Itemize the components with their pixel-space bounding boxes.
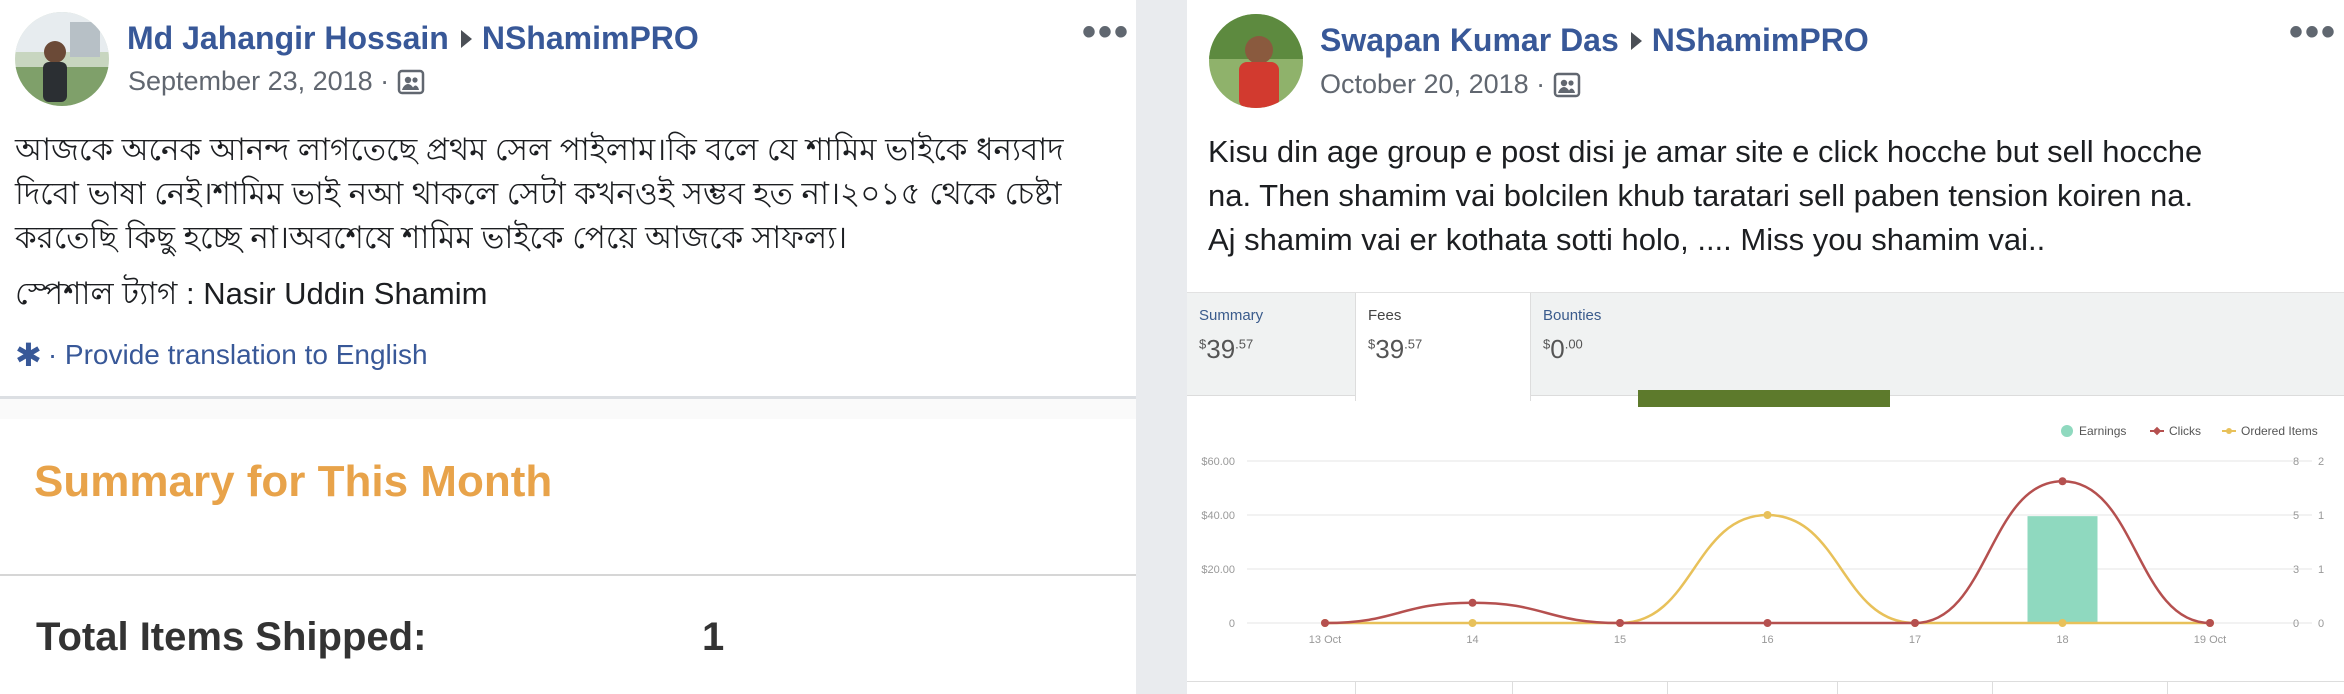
y-tick-label: $60.00 [1201,456,1235,468]
post-left: Md Jahangir Hossain NShamimPRO September… [0,0,1136,694]
data-point [2058,477,2067,486]
translation-link[interactable]: ✱ · Provide translation to English [15,336,428,374]
post-date[interactable]: October 20, 2018 · [1320,69,1545,100]
legend-marker [2152,426,2162,436]
data-point [1321,619,1329,627]
post-text-line: na. Then shamim vai bolcilen khub tarata… [1208,178,2194,213]
group-audience-icon [1553,71,1581,99]
legend-label: Earnings [2079,424,2126,438]
more-options-button[interactable]: ••• [2289,12,2337,52]
data-point [2058,619,2067,627]
post-meta: October 20, 2018 · [1320,69,1581,100]
divider [0,574,1136,576]
data-point [1763,619,1772,627]
summary-panel: Summary for This Month Total Items Shipp… [0,419,1136,694]
summary-title: Summary for This Month [34,457,553,506]
x-tick-label: 16 [1761,634,1773,646]
x-tick-label: 14 [1466,634,1478,646]
data-point [1468,598,1477,607]
y-tick-label: 0 [2293,618,2299,630]
translation-label[interactable]: · Provide translation to English [48,339,428,371]
avatar[interactable] [1209,14,1303,108]
gear-icon: ✱ [15,337,42,373]
legend-label: Clicks [2169,424,2201,438]
avatar[interactable] [15,12,109,106]
post-text: আজকে অনেক আনন্দ লাগতেছে প্রথম সেল পাইলাম… [15,128,1125,260]
author-name[interactable]: Swapan Kumar Das [1320,22,1619,59]
feed: Md Jahangir Hossain NShamimPRO September… [0,0,2344,694]
author-name[interactable]: Md Jahangir Hossain [127,20,449,57]
post-right: Swapan Kumar Das NShamimPRO October 20, … [1187,0,2344,694]
group-audience-icon [397,68,425,96]
post-text-line: করতেছি কিছু হচ্ছে না।অবশেষে শামিম ভাইকে … [15,220,848,255]
y-tick-label: $20.00 [1201,564,1235,576]
arrow-right-icon [1630,31,1642,50]
shipped-value: 1 [702,615,725,659]
data-point [2206,619,2214,627]
data-point [1616,619,1624,627]
bar [2027,516,2098,623]
post-date[interactable]: September 23, 2018 · [128,66,389,97]
post-text-line: দিবো ভাষা নেই।শামিম ভাই নআ থাকলে সেটা কখ… [15,176,1062,211]
y-tick-label: 3 [2293,564,2299,576]
author-line: Md Jahangir Hossain NShamimPRO [127,20,699,57]
earnings-chart: 0 0 0 $20.00 3 1 $40.00 5 1 $60.00 8 2 13 Oct 14 15 16 1… [1201,424,2324,646]
table-header-strip [1187,681,2344,694]
legend-marker [2061,425,2073,437]
column-gap [1136,0,1187,694]
data-point [1911,619,1919,627]
post-text: Kisu din age group e post disi je amar s… [1208,130,2338,262]
x-tick-label: 17 [1909,634,1921,646]
arrow-right-icon [460,29,472,48]
post-text-line: Kisu din age group e post disi je amar s… [1208,134,2203,169]
post-text-line: Aj shamim vai er kothata sotti holo, ...… [1208,222,2046,257]
x-tick-label: 18 [2056,634,2068,646]
post-meta: September 23, 2018 · [128,66,425,97]
y-tick-label: 0 [1229,618,1235,630]
legend-marker [2226,428,2232,434]
y-tick-label: $40.00 [1201,510,1235,522]
y-tick-label: 0 [2318,618,2324,630]
author-line: Swapan Kumar Das NShamimPRO [1320,22,1869,59]
legend-label: Ordered Items [2241,424,2318,438]
data-point [1468,619,1477,627]
group-name[interactable]: NShamimPRO [482,20,699,57]
shared-image-summary[interactable]: Summary for This Month Total Items Shipp… [0,396,1136,694]
y-tick-label: 8 [2293,456,2299,468]
post-text-line: আজকে অনেক আনন্দ লাগতেছে প্রথম সেল পাইলাম… [15,132,1064,167]
special-tag: স্পেশাল ট্যাগ : Nasir Uddin Shamim [15,276,488,311]
x-tick-label: 13 Oct [1309,634,1341,646]
data-point [1763,511,1772,519]
y-tick-label: 5 [2293,510,2299,522]
y-tick-label: 2 [2318,456,2324,468]
shared-image-chart[interactable]: Summary $39.57 Fees $39.57 Bounties $0.0… [1187,292,2344,694]
x-tick-label: 15 [1614,634,1626,646]
y-tick-label: 1 [2318,510,2324,522]
x-tick-label: 19 Oct [2194,634,2226,646]
shipped-label: Total Items Shipped: [36,615,427,659]
y-tick-label: 1 [2318,564,2324,576]
group-name[interactable]: NShamimPRO [1652,22,1869,59]
more-options-button[interactable]: ••• [1082,12,1130,52]
